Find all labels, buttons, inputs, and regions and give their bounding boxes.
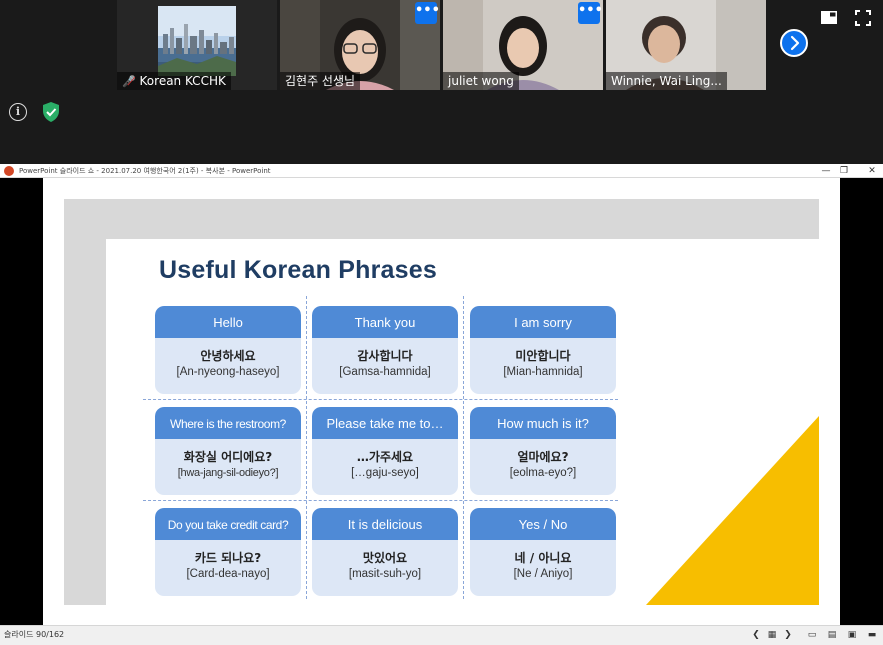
phrase-card-credit-card: Do you take credit card? 카드 되나요? [Card-d… [155, 508, 301, 596]
security-button[interactable] [40, 101, 62, 123]
slide-counter: 슬라이드 90/162 [4, 630, 65, 639]
sorter-view-icon: ▤ [827, 630, 837, 640]
phrase-english: Yes / No [470, 508, 616, 540]
phrase-korean: 감사합니다 [357, 349, 413, 363]
phrase-korean: …가주세요 [356, 450, 414, 464]
slideshow-stage: Useful Korean Phrases Hello 안녕하세요 [An-ny… [0, 178, 883, 625]
phrase-korean: 얼마에요? [517, 450, 569, 464]
restore-button[interactable]: ❐ [836, 164, 852, 178]
slide-title: Useful Korean Phrases [159, 256, 437, 284]
participant-tile-juliet-wong[interactable]: ••• juliet wong [443, 0, 603, 90]
reading-view-icon: ▣ [847, 630, 857, 640]
phrase-card-i-am-sorry: I am sorry 미안합니다 [Mian-hamnida] [470, 306, 616, 394]
zoom-gallery-strip: 🎤̸ Korean KCCHK ••• 김현주 선생님 ••• juliet w… [0, 0, 883, 164]
grid-divider [306, 296, 307, 599]
powerpoint-logo-icon [4, 166, 14, 176]
normal-view-icon: ▭ [807, 630, 817, 640]
participant-name-label: juliet wong [443, 72, 519, 90]
reading-view-button[interactable]: ▣ [846, 629, 858, 641]
grid-divider [143, 500, 618, 501]
phrase-english: I am sorry [470, 306, 616, 338]
powerpoint-status-bar: 슬라이드 90/162 ❮ ▦ ❯ ▭ ▤ ▣ ▬ [0, 625, 883, 645]
phrase-romanization: [hwa-jang-sil-odieyo?] [177, 467, 279, 479]
phrase-card-how-much: How much is it? 얼마에요? [eolma-eyo?] [470, 407, 616, 495]
close-button[interactable]: ✕ [864, 164, 880, 178]
shield-check-icon [43, 102, 59, 122]
minimize-button[interactable]: — [818, 164, 834, 178]
meeting-info-button[interactable]: i [9, 103, 27, 121]
slide-gray-frame: Useful Korean Phrases Hello 안녕하세요 [An-ny… [64, 199, 819, 605]
previous-slide-button[interactable]: ❮ [750, 629, 762, 641]
next-page-button[interactable] [780, 29, 808, 57]
slide-sorter-button[interactable]: ▦ [766, 629, 778, 641]
window-title: PowerPoint 슬라이드 쇼 - 2021.07.20 여행한국어 2(1… [19, 167, 271, 175]
phrase-card-please-take-me: Please take me to… …가주세요 […gaju-seyo] [312, 407, 458, 495]
powerpoint-titlebar: PowerPoint 슬라이드 쇼 - 2021.07.20 여행한국어 2(1… [0, 164, 883, 178]
phrase-english: Thank you [312, 306, 458, 338]
slideshow-icon: ▬ [867, 630, 877, 640]
phrase-korean: 맛있어요 [362, 551, 408, 565]
info-icon: i [15, 105, 21, 118]
phrase-korean: 안녕하세요 [200, 349, 256, 363]
participant-tile-kim-hyunju[interactable]: ••• 김현주 선생님 [280, 0, 440, 90]
phrase-english: How much is it? [470, 407, 616, 439]
phrase-romanization: [Ne / Aniyo] [513, 568, 573, 580]
phrase-romanization: [Mian-hamnida] [503, 366, 583, 378]
fullscreen-icon [855, 10, 871, 26]
phrase-romanization: [Card-dea-nayo] [186, 568, 270, 580]
phrase-card-where-is-restroom: Where is the restroom? 화장실 어디에요? [hwa-ja… [155, 407, 301, 495]
slide: Useful Korean Phrases Hello 안녕하세요 [An-ny… [43, 178, 840, 625]
participant-tile-winnie[interactable]: Winnie, Wai Ling... [606, 0, 766, 90]
participant-tile-korean-kcchk[interactable]: 🎤̸ Korean KCCHK [117, 0, 277, 90]
fullscreen-button[interactable] [854, 9, 872, 27]
grid-icon: ▦ [767, 630, 777, 640]
phrase-korean: 카드 되나요? [194, 551, 262, 565]
normal-view-button[interactable]: ▭ [806, 629, 818, 641]
phrase-english: Please take me to… [312, 407, 458, 439]
phrase-english: It is delicious [312, 508, 458, 540]
slide-content-area: Useful Korean Phrases Hello 안녕하세요 [An-ny… [106, 239, 819, 605]
chevron-right-icon: ❯ [784, 630, 792, 640]
participant-name-label: Winnie, Wai Ling... [606, 72, 727, 90]
participant-name-label: 김현주 선생님 [280, 72, 361, 90]
grid-divider [143, 399, 618, 400]
grid-divider [463, 296, 464, 599]
participant-more-button[interactable]: ••• [415, 2, 440, 24]
next-slide-button[interactable]: ❯ [782, 629, 794, 641]
phrase-card-delicious: It is delicious 맛있어요 [masit-suh-yo] [312, 508, 458, 596]
phrase-korean: 네 / 아니요 [514, 551, 572, 565]
phrase-romanization: [eolma-eyo?] [509, 467, 577, 479]
phrase-english: Hello [155, 306, 301, 338]
slide-sorter-view-button[interactable]: ▤ [826, 629, 838, 641]
phrase-english: Do you take credit card? [155, 508, 301, 540]
phrase-romanization: [An-nyeong-haseyo] [176, 366, 280, 378]
participant-more-button[interactable]: ••• [578, 2, 603, 24]
phrase-english: Where is the restroom? [155, 407, 301, 439]
phrase-romanization: […gaju-seyo] [351, 467, 419, 479]
phrase-korean: 화장실 어디에요? [183, 450, 273, 464]
chevron-right-icon [790, 35, 800, 51]
phrase-card-thank-you: Thank you 감사합니다 [Gamsa-hamnida] [312, 306, 458, 394]
phrase-korean: 미안합니다 [515, 349, 571, 363]
phrase-card-yes-no: Yes / No 네 / 아니요 [Ne / Aniyo] [470, 508, 616, 596]
view-layout-button[interactable] [820, 9, 838, 27]
slideshow-view-button[interactable]: ▬ [866, 629, 878, 641]
speaker-view-icon [821, 11, 837, 24]
participant-name-label: 🎤̸ Korean KCCHK [117, 72, 231, 90]
phrase-romanization: [Gamsa-hamnida] [339, 366, 431, 378]
phrase-romanization: [masit-suh-yo] [348, 568, 422, 580]
phrase-card-hello: Hello 안녕하세요 [An-nyeong-haseyo] [155, 306, 301, 394]
muted-microphone-icon: 🎤̸ [122, 75, 136, 88]
chevron-left-icon: ❮ [752, 630, 760, 640]
